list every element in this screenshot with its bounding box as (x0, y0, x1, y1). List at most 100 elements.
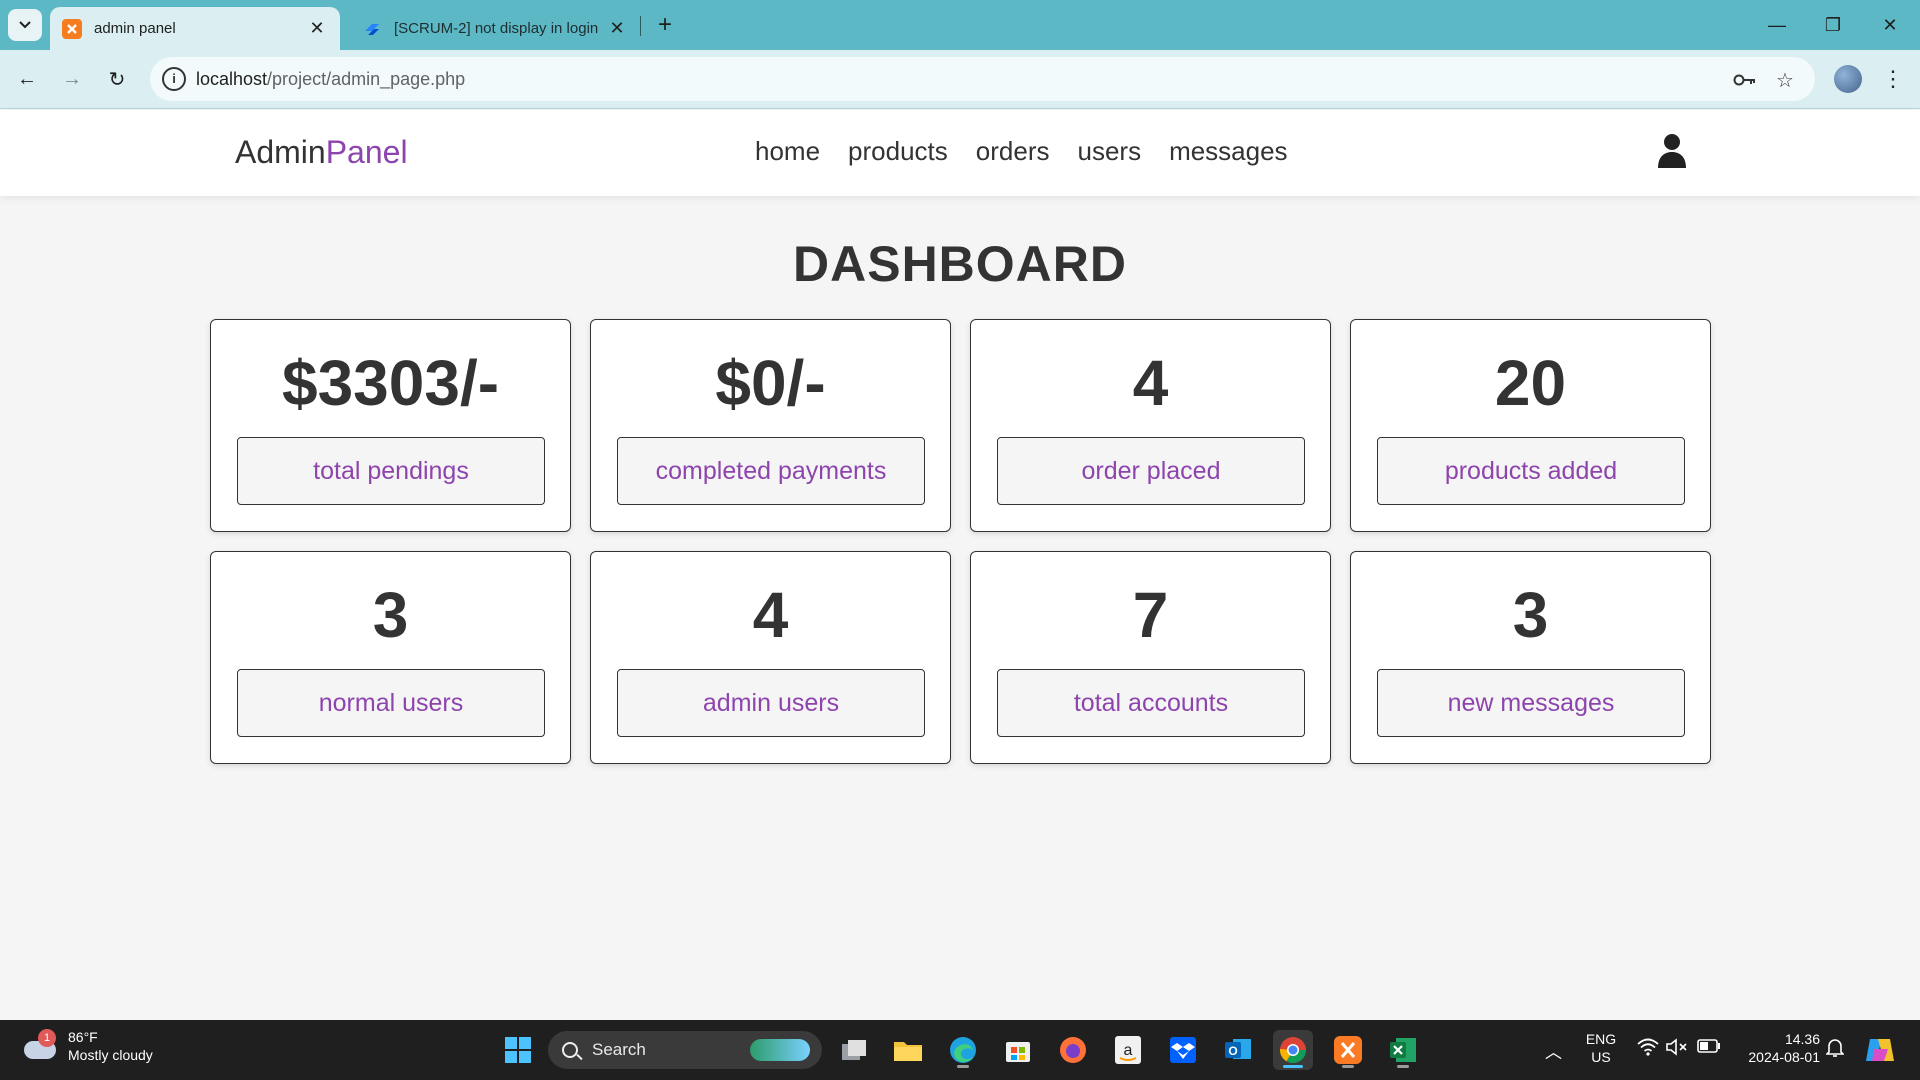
stat-value: 3 (372, 579, 409, 651)
stat-label-button[interactable]: new messages (1377, 669, 1685, 737)
volume-muted-icon[interactable] (1666, 1038, 1688, 1061)
clock-time: 14.36 (1784, 1031, 1820, 1047)
stat-label-button[interactable]: order placed (997, 437, 1305, 505)
stat-label-button[interactable]: total accounts (997, 669, 1305, 737)
nav-home[interactable]: home (755, 136, 820, 167)
language-line2: US (1591, 1049, 1611, 1065)
weather-temp: 86°F (68, 1029, 98, 1045)
firefox-icon[interactable] (1053, 1030, 1093, 1070)
browser-toolbar: ← → ↻ i localhost/project/admin_page.php… (0, 50, 1920, 109)
dashboard-title: DASHBOARD (793, 236, 1127, 292)
stat-value: 7 (1132, 579, 1169, 651)
svg-text:a: a (1124, 1042, 1133, 1059)
language-line1: ENG (1585, 1031, 1617, 1047)
address-bar[interactable]: i localhost/project/admin_page.php ☆ (150, 57, 1815, 101)
stat-card-total-accounts: 7 total accounts (970, 551, 1331, 764)
app-indicator-active (1283, 1065, 1303, 1068)
stat-label-button[interactable]: products added (1377, 437, 1685, 505)
copilot-icon[interactable] (1860, 1030, 1900, 1070)
tab-title: [SCRUM-2] not display in login (394, 20, 599, 37)
taskbar: 1 86°F Mostly cloudy Search a O ︿ ENG US… (0, 1020, 1920, 1080)
password-key-icon[interactable] (1732, 67, 1758, 93)
browser-tab[interactable]: [SCRUM-2] not display in login ✕ (350, 7, 640, 50)
notification-bell-icon[interactable] (1825, 1038, 1845, 1063)
browser-menu-icon[interactable]: ⋮ (1880, 62, 1906, 96)
nav-products[interactable]: products (848, 136, 948, 167)
logo[interactable]: AdminPanel (235, 134, 408, 171)
logo-accent: Panel (325, 134, 408, 170)
weather-condition: Mostly cloudy (68, 1047, 153, 1063)
bookmark-star-icon[interactable]: ☆ (1772, 67, 1798, 93)
new-tab-button[interactable]: + (650, 10, 680, 40)
close-icon[interactable]: ✕ (606, 18, 628, 39)
task-view-icon[interactable] (834, 1030, 874, 1070)
window-close-icon[interactable]: ✕ (1870, 10, 1910, 40)
back-arrow-icon[interactable]: ← (10, 62, 44, 96)
browser-tab-strip: admin panel ✕ [SCRUM-2] not display in l… (0, 0, 1920, 50)
address-url[interactable]: localhost/project/admin_page.php (196, 69, 465, 90)
dashboard-grid: $3303/- total pendings $0/- completed pa… (210, 319, 1711, 764)
clock[interactable]: 14.36 2024-08-01 (1730, 1030, 1820, 1066)
stat-label-button[interactable]: completed payments (617, 437, 925, 505)
stat-value: $0/- (715, 347, 826, 419)
close-icon[interactable]: ✕ (306, 18, 328, 39)
main-nav: home products orders users messages (755, 136, 1288, 167)
taskbar-search-label: Search (592, 1040, 646, 1059)
stat-value: 4 (1132, 347, 1169, 419)
taskbar-search[interactable]: Search (548, 1031, 822, 1069)
clock-date: 2024-08-01 (1748, 1049, 1820, 1065)
file-explorer-icon[interactable] (888, 1030, 928, 1070)
site-header: AdminPanel home products orders users me… (0, 110, 1920, 196)
weather-widget[interactable]: 1 86°F Mostly cloudy (22, 1028, 153, 1064)
jira-icon (362, 19, 382, 39)
stat-card-products-added: 20 products added (1350, 319, 1711, 532)
app-indicator (1397, 1065, 1409, 1068)
amazon-icon[interactable]: a (1108, 1030, 1148, 1070)
chevron-up-icon[interactable]: ︿ (1545, 1038, 1562, 1063)
restore-icon[interactable]: ❐ (1813, 10, 1853, 40)
search-highlight-icon (750, 1039, 810, 1061)
stat-card-total-pendings: $3303/- total pendings (210, 319, 571, 532)
stat-value: 4 (752, 579, 789, 651)
stat-card-admin-users: 4 admin users (590, 551, 951, 764)
stat-card-order-placed: 4 order placed (970, 319, 1331, 532)
logo-main: Admin (235, 134, 326, 170)
stat-label-button[interactable]: normal users (237, 669, 545, 737)
microsoft-store-icon[interactable] (998, 1030, 1038, 1070)
windows-start-icon[interactable] (498, 1030, 538, 1070)
app-indicator (1342, 1065, 1354, 1068)
reload-icon[interactable]: ↻ (100, 62, 134, 96)
stat-card-completed-payments: $0/- completed payments (590, 319, 951, 532)
forward-arrow-icon[interactable]: → (55, 62, 89, 96)
chevron-down-icon (19, 21, 31, 29)
user-icon[interactable] (1657, 133, 1687, 169)
nav-orders[interactable]: orders (976, 136, 1050, 167)
wifi-icon[interactable] (1637, 1038, 1659, 1061)
stat-value: $3303/- (281, 347, 500, 419)
url-path: /project/admin_page.php (267, 69, 466, 89)
stat-label-button[interactable]: total pendings (237, 437, 545, 505)
svg-text:O: O (1228, 1044, 1237, 1058)
url-host: localhost (196, 69, 268, 89)
xampp-icon[interactable] (1328, 1030, 1368, 1070)
minimize-icon[interactable]: — (1757, 10, 1797, 40)
excel-icon[interactable] (1383, 1030, 1423, 1070)
chrome-icon[interactable] (1273, 1030, 1313, 1070)
app-indicator (957, 1065, 969, 1068)
battery-icon[interactable] (1697, 1038, 1721, 1058)
profile-avatar[interactable] (1834, 65, 1862, 93)
nav-messages[interactable]: messages (1169, 136, 1288, 167)
nav-users[interactable]: users (1077, 136, 1141, 167)
site-info-icon[interactable]: i (162, 67, 186, 91)
language-indicator[interactable]: ENG US (1584, 1030, 1618, 1066)
stat-card-normal-users: 3 normal users (210, 551, 571, 764)
weather-badge: 1 (38, 1029, 56, 1047)
edge-browser-icon[interactable] (943, 1030, 983, 1070)
outlook-icon[interactable]: O (1218, 1030, 1258, 1070)
stat-label-button[interactable]: admin users (617, 669, 925, 737)
stat-card-new-messages: 3 new messages (1350, 551, 1711, 764)
tab-separator (640, 16, 641, 36)
browser-tab-active[interactable]: admin panel ✕ (50, 7, 340, 50)
tab-search-button[interactable] (8, 9, 42, 41)
dropbox-icon[interactable] (1163, 1030, 1203, 1070)
